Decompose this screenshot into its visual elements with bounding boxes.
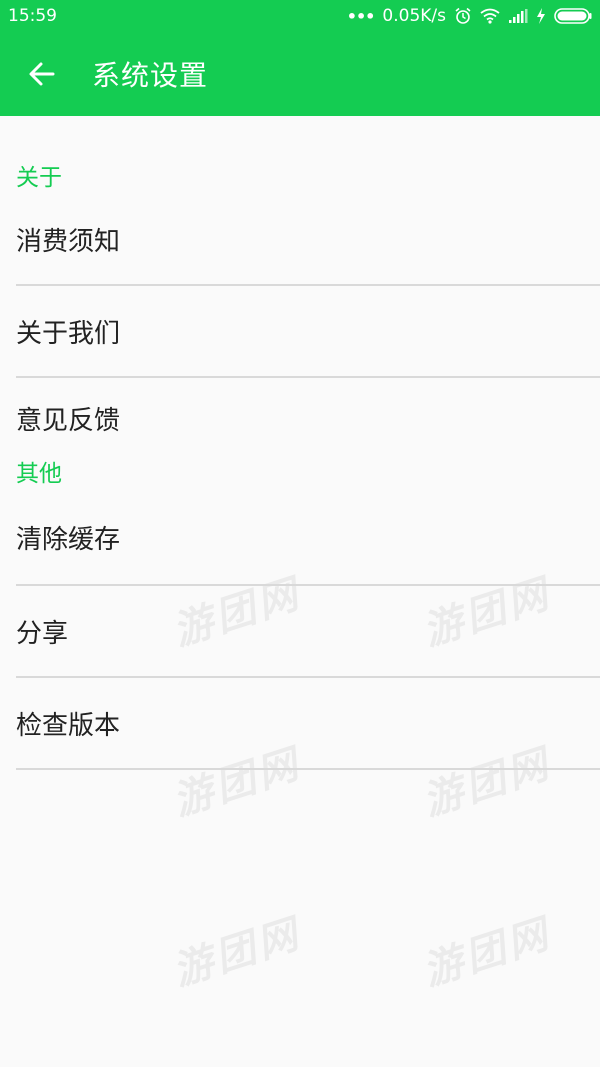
settings-item-label: 检查版本 xyxy=(16,710,121,741)
settings-item-consumer-notice[interactable]: 消费须知 xyxy=(16,194,600,286)
settings-item-about-us[interactable]: 关于我们 xyxy=(16,286,600,378)
section-header-about: 关于 xyxy=(16,165,62,191)
alarm-icon xyxy=(454,7,472,25)
settings-item-label: 清除缓存 xyxy=(16,524,121,555)
app-bar: 系统设置 xyxy=(0,32,600,116)
battery-icon xyxy=(554,8,592,24)
net-speed: 0.05K/s xyxy=(382,6,446,26)
settings-item-label: 分享 xyxy=(16,618,69,649)
wifi-icon xyxy=(480,8,500,24)
more-dots-icon: ••• xyxy=(346,6,376,26)
page-title: 系统设置 xyxy=(92,59,209,92)
settings-item-label: 意见反馈 xyxy=(16,405,121,436)
settings-list: 关于 消费须知 关于我们 意见反馈 其他 清除缓存 分享 检查版本 xyxy=(0,116,600,770)
signal-icon xyxy=(508,9,528,23)
status-icons: ••• 0.05K/s xyxy=(347,6,592,26)
watermark: 游团网 xyxy=(417,910,558,996)
watermark: 游团网 xyxy=(167,910,308,996)
status-bar: 15:59 ••• 0.05K/s xyxy=(0,0,600,32)
settings-item-label: 消费须知 xyxy=(16,226,121,257)
status-time: 15:59 xyxy=(8,6,57,26)
settings-item-check-version[interactable]: 检查版本 xyxy=(16,678,600,770)
settings-item-feedback[interactable]: 意见反馈 xyxy=(16,378,600,458)
back-button[interactable] xyxy=(14,46,70,102)
settings-item-share[interactable]: 分享 xyxy=(16,586,600,678)
arrow-back-icon xyxy=(29,62,55,86)
section-header-other: 其他 xyxy=(16,461,62,487)
charging-icon xyxy=(536,8,546,24)
settings-item-label: 关于我们 xyxy=(16,318,121,349)
settings-item-clear-cache[interactable]: 清除缓存 xyxy=(16,490,600,586)
